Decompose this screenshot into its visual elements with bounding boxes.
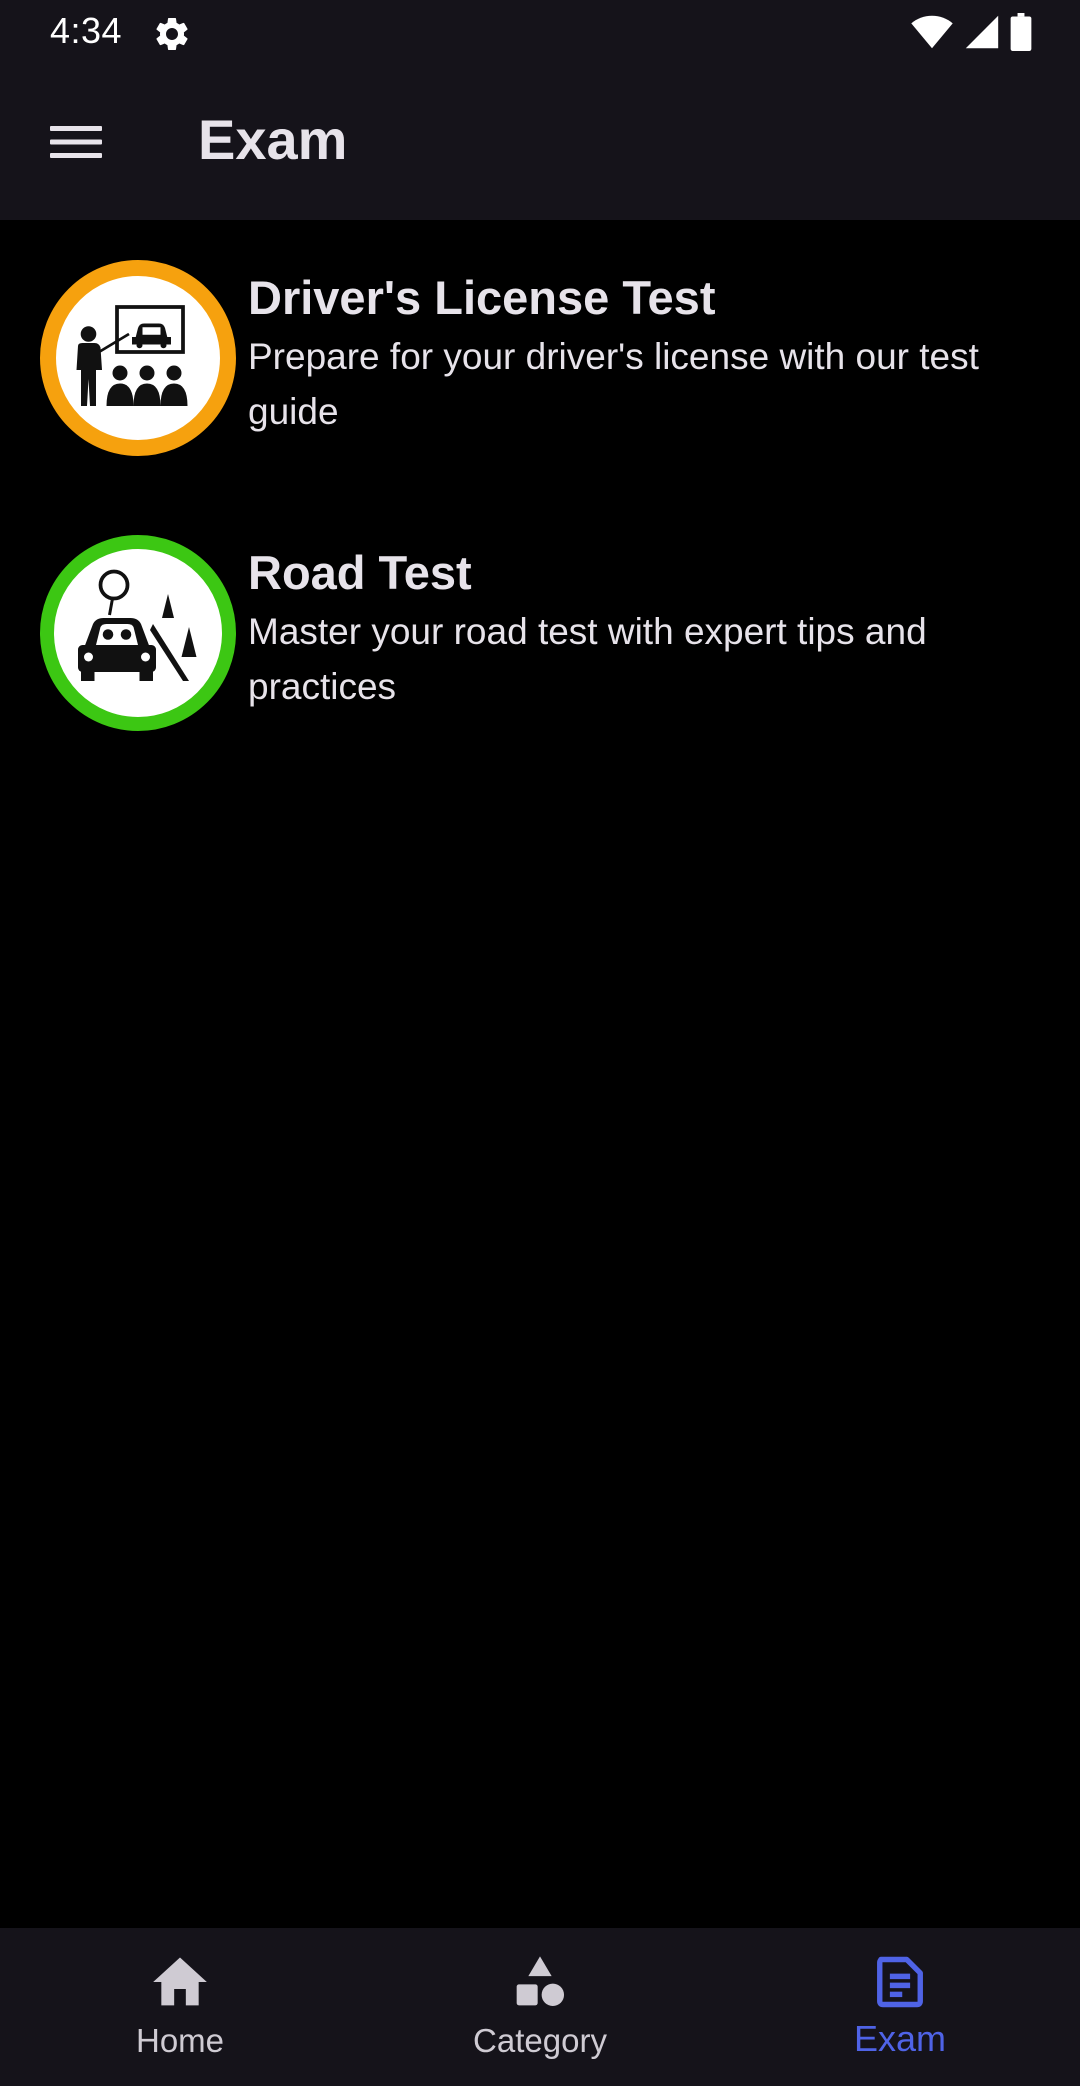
- nav-item-home[interactable]: Home: [0, 1928, 360, 2086]
- home-icon: [150, 1952, 210, 2012]
- nav-label-home: Home: [135, 2022, 225, 2059]
- cellular-icon: [964, 14, 1000, 55]
- battery-icon: [1010, 12, 1032, 56]
- driving-car-cones-icon: [40, 535, 236, 731]
- exam-description: Master your road test with expert tips a…: [248, 611, 927, 708]
- exam-item-drivers-license-test[interactable]: Driver's License Test Prepare for your d…: [0, 220, 1080, 460]
- status-time: 4:34: [50, 10, 123, 51]
- document-icon: [870, 1952, 930, 2012]
- status-bar: 4:34: [0, 0, 1080, 66]
- nav-item-category[interactable]: Category: [360, 1928, 720, 2086]
- nav-label-exam: Exam: [853, 2018, 947, 2059]
- page-title: Exam: [198, 108, 348, 171]
- nav-item-exam[interactable]: Exam: [720, 1928, 1080, 2086]
- classroom-instructor-icon: [40, 260, 236, 456]
- exam-item-text: Road Test Master your road test with exp…: [248, 545, 1048, 715]
- gear-icon: [152, 14, 192, 54]
- exam-item-text: Driver's License Test Prepare for your d…: [248, 270, 1048, 440]
- shapes-icon: [510, 1952, 570, 2012]
- app-bar: Exam: [0, 66, 1080, 220]
- exam-title: Road Test: [248, 546, 472, 599]
- bottom-navigation: Home Category Exam: [0, 1928, 1080, 2086]
- exam-title: Driver's License Test: [248, 271, 716, 324]
- exam-description: Prepare for your driver's license with o…: [248, 336, 979, 433]
- hamburger-menu-icon: [50, 124, 102, 165]
- status-icons: [910, 12, 1032, 56]
- exam-item-road-test[interactable]: Road Test Master your road test with exp…: [0, 495, 1080, 735]
- menu-button[interactable]: [36, 114, 116, 174]
- wifi-icon: [910, 14, 954, 55]
- nav-label-category: Category: [473, 2022, 607, 2059]
